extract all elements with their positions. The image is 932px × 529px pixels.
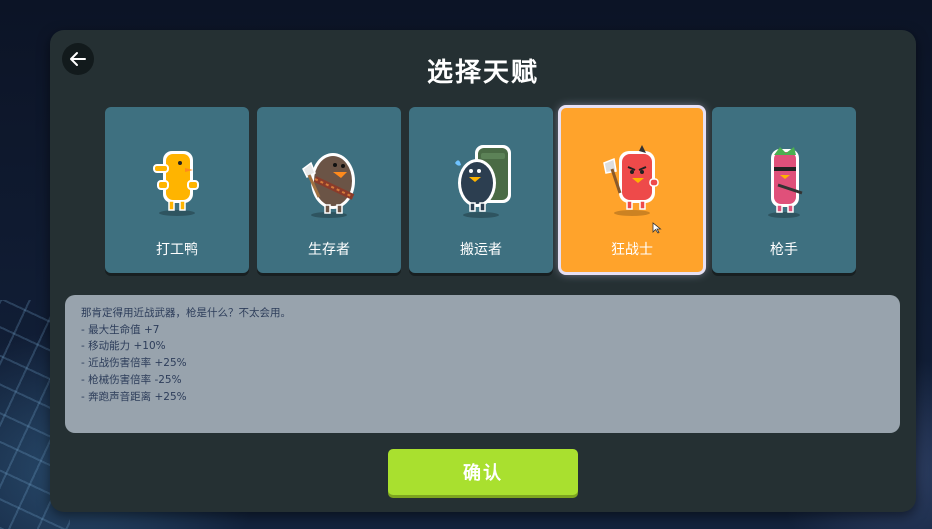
talent-card-porter[interactable]: 搬运者 xyxy=(409,107,553,273)
survivor-icon xyxy=(302,153,355,218)
gunner-icon xyxy=(768,147,803,218)
description-line: - 枪械伤害倍率 -25% xyxy=(81,373,182,386)
description-text: 那肯定得用近战武器，枪是什么？不太会用。 - 最大生命值 +7 - 移动能力 +… xyxy=(81,305,291,405)
talent-card-berserker[interactable]: 狂战士 xyxy=(558,105,706,275)
talent-card-survivor[interactable]: 生存者 xyxy=(257,107,401,273)
mouse-cursor-icon xyxy=(652,222,662,234)
card-label: 狂战士 xyxy=(611,242,653,258)
description-line: - 最大生命值 +7 xyxy=(81,323,160,336)
worker-duck-icon xyxy=(153,151,199,216)
description-line: - 近战伤害倍率 +25% xyxy=(81,357,187,370)
berserker-icon xyxy=(603,145,659,216)
page-title: 选择天赋 xyxy=(426,58,539,88)
card-label: 生存者 xyxy=(308,242,350,258)
card-label: 枪手 xyxy=(770,242,798,258)
talent-card-worker-duck[interactable]: 打工鸭 xyxy=(105,107,249,273)
card-label: 搬运者 xyxy=(460,242,502,258)
confirm-button[interactable]: 确认 xyxy=(388,449,578,495)
talent-card-gunner[interactable]: 枪手 xyxy=(712,107,856,273)
porter-icon xyxy=(455,145,511,218)
description-line: - 奔跑声音距离 +25% xyxy=(81,390,187,403)
description-line: 那肯定得用近战武器，枪是什么？不太会用。 xyxy=(81,307,291,319)
card-label: 打工鸭 xyxy=(156,242,198,258)
description-line: - 移动能力 +10% xyxy=(81,340,166,353)
talent-description-box: 那肯定得用近战武器，枪是什么？不太会用。 - 最大生命值 +7 - 移动能力 +… xyxy=(65,295,900,433)
